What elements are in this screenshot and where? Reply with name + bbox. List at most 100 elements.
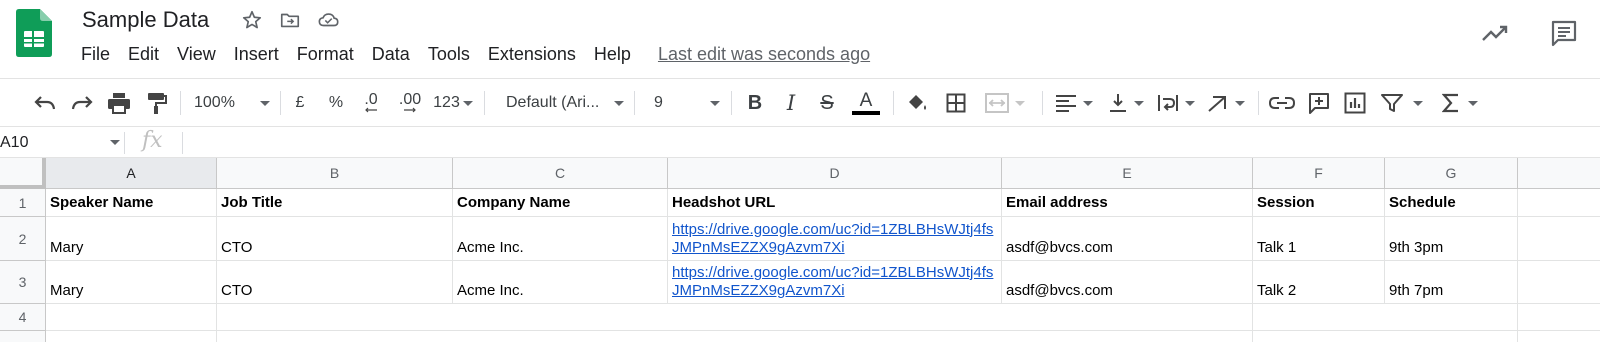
row-header-3[interactable]: 3 [0,261,46,304]
cell-b2[interactable]: CTO [217,217,453,261]
filter-icon[interactable] [1380,89,1424,117]
functions-icon[interactable] [1438,89,1482,117]
text-color-button[interactable]: A [852,89,880,117]
strikethrough-button[interactable]: S [816,89,838,117]
move-folder-icon[interactable] [278,8,302,32]
cell-f4-g4[interactable] [1253,304,1518,331]
cell-e2[interactable]: asdf@bvcs.com [1002,217,1253,261]
column-header-b[interactable]: B [217,158,453,189]
column-header-h[interactable] [1518,158,1600,189]
cell-h1[interactable] [1518,189,1600,217]
redo-icon[interactable] [69,89,95,117]
menu-extensions[interactable]: Extensions [479,40,585,68]
cell-a2[interactable]: Mary [46,217,217,261]
row-header-4[interactable]: 4 [0,304,46,331]
column-header-f[interactable]: F [1253,158,1385,189]
cell-f5-g5[interactable] [1253,331,1518,342]
column-header-d[interactable]: D [668,158,1002,189]
fill-color-icon[interactable] [904,89,930,117]
cell-a4[interactable] [46,304,217,331]
document-title[interactable]: Sample Data [82,5,209,35]
column-header-c[interactable]: C [453,158,668,189]
italic-button[interactable]: I [780,89,802,117]
insert-comment-icon[interactable] [1306,89,1332,117]
fx-icon: fx [142,128,163,153]
cell-a5[interactable] [46,331,217,342]
menu-data[interactable]: Data [363,40,419,68]
menu-view[interactable]: View [168,40,225,68]
select-all-corner[interactable] [0,158,46,189]
menu-file[interactable]: File [72,40,119,68]
sheets-logo-icon[interactable] [16,9,52,57]
cell-g3[interactable]: 9th 7pm [1385,261,1518,304]
decrease-decimal-button[interactable]: .0 [360,89,382,117]
text-wrapping-icon[interactable] [1156,89,1196,117]
cell-c1[interactable]: Company Name [453,189,668,217]
cell-g2[interactable]: 9th 3pm [1385,217,1518,261]
text-rotation-icon[interactable] [1206,89,1246,117]
cell-h5[interactable] [1518,331,1600,342]
cell-c3[interactable]: Acme Inc. [453,261,668,304]
decrease-decimal-label: .0 [364,91,378,108]
cell-d3-link[interactable]: https://drive.google.com/uc?id=1ZBLBHsWJ… [668,261,1002,304]
row-header-2[interactable]: 2 [0,217,46,261]
font-family-select[interactable]: Default (Ari... [506,89,624,117]
last-edit-link[interactable]: Last edit was seconds ago [658,40,870,68]
merge-cells-icon[interactable] [982,89,1028,117]
cell-c2[interactable]: Acme Inc. [453,217,668,261]
cell-f3[interactable]: Talk 2 [1253,261,1385,304]
cell-b3[interactable]: CTO [217,261,453,304]
font-size-select[interactable]: 9 [654,89,720,117]
increase-decimal-label: .00 [398,91,422,108]
text-color-label: A [859,90,873,111]
star-icon[interactable] [240,8,264,32]
menu-format[interactable]: Format [288,40,363,68]
cell-e3[interactable]: asdf@bvcs.com [1002,261,1253,304]
cell-f2[interactable]: Talk 1 [1253,217,1385,261]
insert-link-icon[interactable] [1268,89,1296,117]
cell-h4[interactable] [1518,304,1600,331]
cell-h2[interactable] [1518,217,1600,261]
format-percent-button[interactable]: % [326,89,346,117]
menu-help[interactable]: Help [585,40,640,68]
cell-e1[interactable]: Email address [1002,189,1253,217]
cell-h3[interactable] [1518,261,1600,304]
cell-b5-f5[interactable] [217,331,1253,342]
cell-b1[interactable]: Job Title [217,189,453,217]
cloud-saved-icon[interactable] [317,8,341,32]
column-header-a[interactable]: A [46,158,217,189]
cell-d1[interactable]: Headshot URL [668,189,1002,217]
vertical-align-icon[interactable] [1106,89,1146,117]
font-family-value: Default (Ari... [506,94,600,111]
font-size-value: 9 [654,94,663,111]
text-color-swatch [852,111,880,115]
cell-d2-link[interactable]: https://drive.google.com/uc?id=1ZBLBHsWJ… [668,217,1002,261]
bold-button[interactable]: B [744,89,766,117]
borders-icon[interactable] [944,89,968,117]
cell-g1[interactable]: Schedule [1385,189,1518,217]
more-formats-button[interactable]: 123 [432,89,474,117]
paint-format-icon[interactable] [143,89,169,117]
cell-f1[interactable]: Session [1253,189,1385,217]
comments-icon[interactable] [1548,17,1580,49]
formula-input[interactable] [190,127,1590,158]
menu-insert[interactable]: Insert [225,40,288,68]
horizontal-align-icon[interactable] [1054,89,1094,117]
print-icon[interactable] [106,89,132,117]
insert-chart-icon[interactable] [1342,89,1368,117]
row-header-5[interactable] [0,331,46,342]
column-header-g[interactable]: G [1385,158,1518,189]
zoom-select[interactable]: 100% [194,89,270,117]
column-header-e[interactable]: E [1002,158,1253,189]
name-box[interactable]: A10 [0,127,122,158]
increase-decimal-button[interactable]: .00 [396,89,424,117]
cell-b4-f4[interactable] [217,304,1253,331]
undo-icon[interactable] [32,89,58,117]
format-currency-button[interactable]: £ [290,89,310,117]
cell-a3[interactable]: Mary [46,261,217,304]
activity-trend-icon[interactable] [1480,17,1512,49]
row-header-1[interactable]: 1 [0,189,46,217]
menu-edit[interactable]: Edit [119,40,168,68]
menu-tools[interactable]: Tools [419,40,479,68]
cell-a1[interactable]: Speaker Name [46,189,217,217]
